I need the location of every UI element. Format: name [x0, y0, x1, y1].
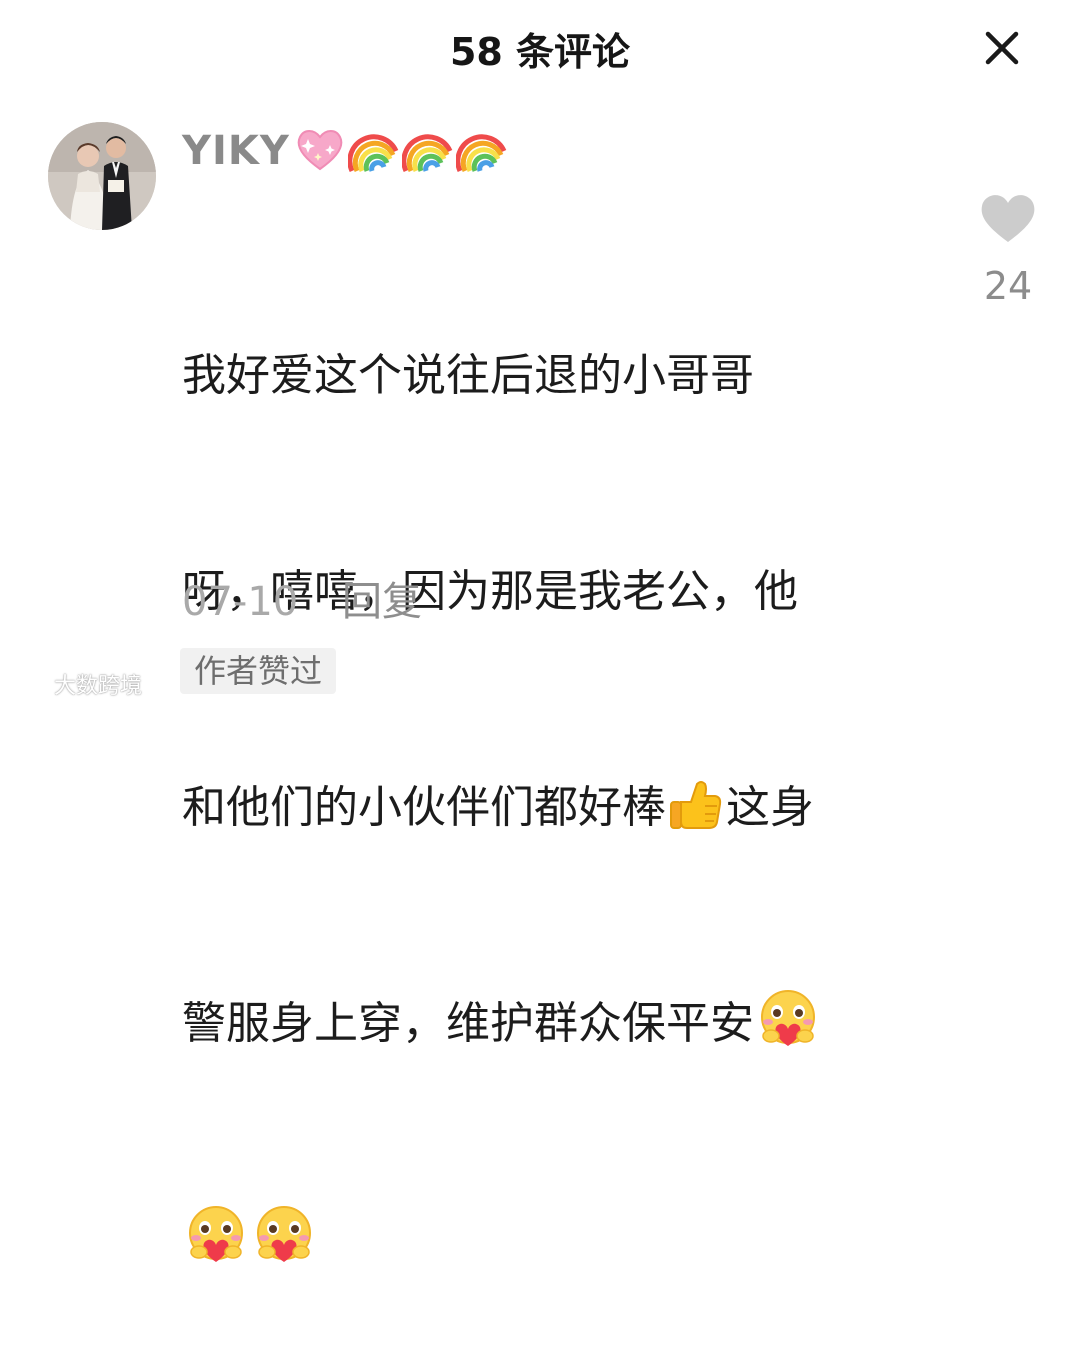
thumbs-up-icon [667, 776, 725, 856]
watermark-logo-icon [10, 673, 49, 695]
like-button[interactable] [978, 190, 1038, 246]
heart-hug-face-icon [251, 1204, 317, 1288]
comment-line-text: 警服身上穿，维护群众保平安 [182, 998, 754, 1049]
reply-button[interactable]: 回复 [342, 574, 422, 630]
comment-line-text: 和他们的小伙伴们都好棒 [182, 782, 666, 833]
rainbow-icon [401, 125, 454, 177]
heart-icon [981, 195, 1035, 242]
comment-date: 07-10 [182, 579, 299, 625]
comment-line [182, 1204, 922, 1276]
page-title: 58 条评论 [449, 30, 631, 74]
like-count: 24 [983, 264, 1033, 308]
sparkling-heart-icon [294, 125, 346, 177]
rainbow-icon [455, 125, 508, 177]
comment-line: 警服身上穿，维护群众保平安 [182, 988, 922, 1060]
comment-author-row: YIKY [182, 122, 508, 180]
heart-hug-face-icon [183, 1204, 249, 1288]
close-icon [985, 31, 1019, 65]
avatar-wedding-photo [48, 122, 156, 230]
comment-text[interactable]: 我好爱这个说往后退的小哥哥 呀，嘻嘻，因为那是我老公，他 和他们的小伙伴们都好棒… [182, 196, 922, 1348]
watermark-text: 大数跨境 [54, 674, 143, 699]
comment-line-text: 这身 [726, 782, 814, 833]
username[interactable]: YIKY [182, 122, 290, 180]
author-liked-badge: 作者赞过 [180, 648, 337, 694]
watermark: 大数跨境 [6, 666, 142, 702]
heart-hug-face-icon [755, 988, 821, 1072]
avatar[interactable] [48, 122, 156, 230]
comment-line: 我好爱这个说往后退的小哥哥 [182, 350, 754, 401]
close-button[interactable] [976, 22, 1028, 74]
comment-line: 和他们的小伙伴们都好棒 这身 [182, 772, 922, 844]
rainbow-icon [347, 125, 400, 177]
